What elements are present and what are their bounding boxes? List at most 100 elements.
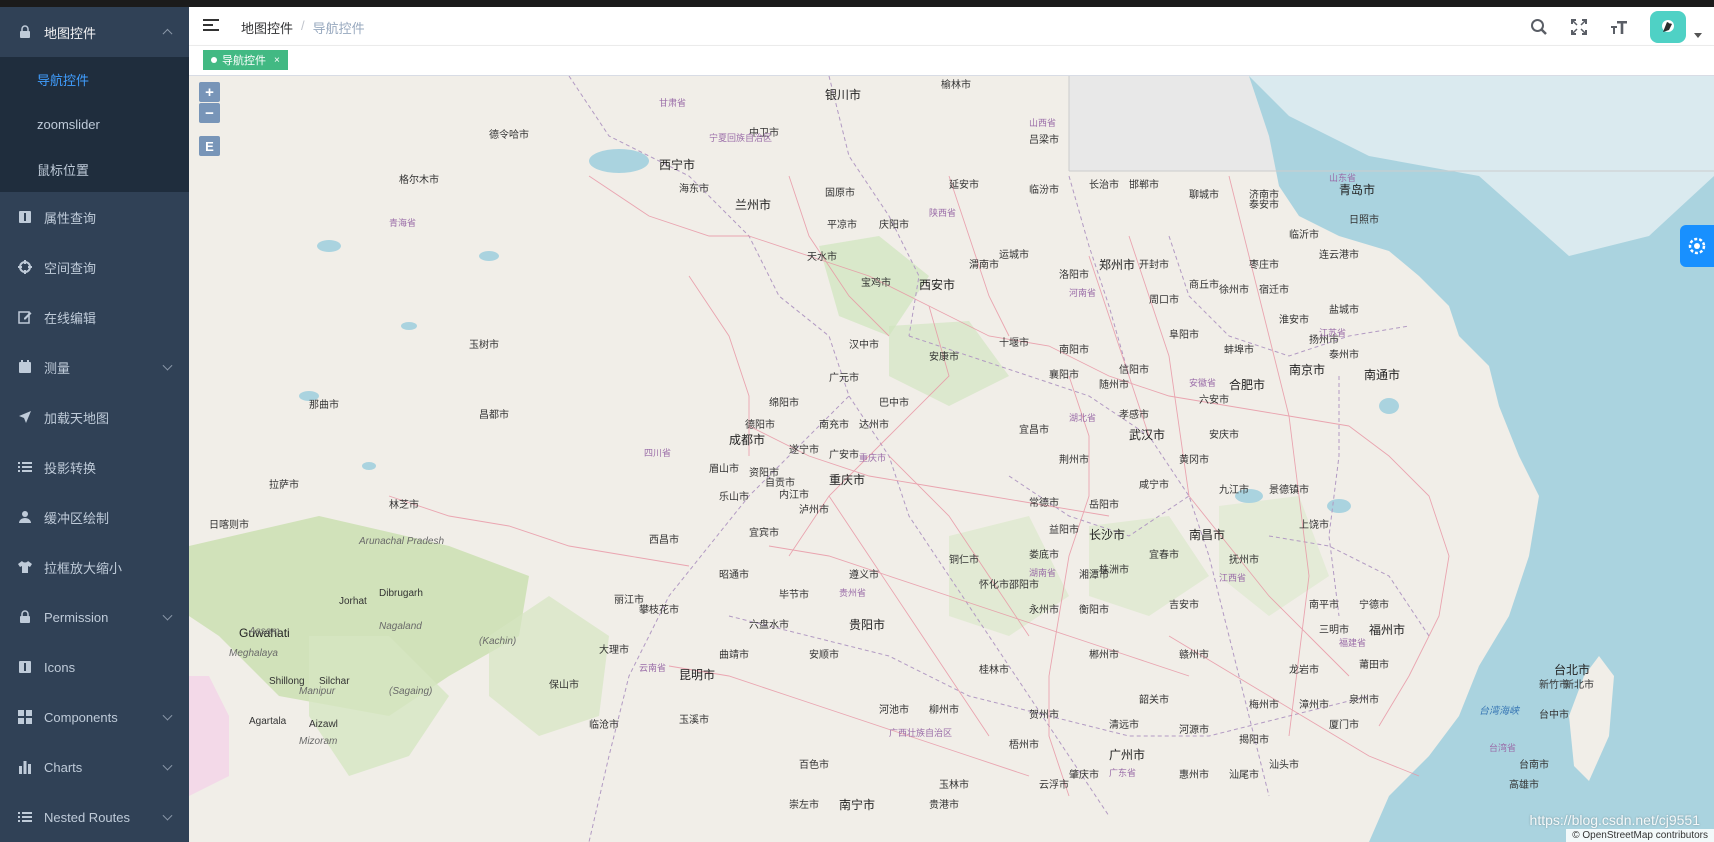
avatar[interactable] <box>1650 11 1686 43</box>
map-place-label: 眉山市 <box>709 464 739 475</box>
map-region-label: (Sagaing) <box>389 686 433 697</box>
map-province-label: 湖南省 <box>1029 568 1057 578</box>
sidebar-subitem-zoomslider[interactable]: zoomslider <box>0 102 189 147</box>
map-place-label: Aizawl <box>309 719 338 730</box>
map-place-label: 银川市 <box>825 88 862 102</box>
map-place-label: 盐城市 <box>1329 305 1359 316</box>
sidebar-item-permission[interactable]: Permission <box>0 592 189 642</box>
map-place-label: 运城市 <box>999 250 1029 261</box>
map-place-label: 兰州市 <box>735 198 772 212</box>
map-place-label: 揭阳市 <box>1239 735 1269 746</box>
map-place-label: 昆明市 <box>679 668 716 682</box>
map-place-label: 固原市 <box>825 188 855 199</box>
map-place-label: 孝感市 <box>1119 410 1149 421</box>
sidebar-item-label: Components <box>44 709 118 725</box>
map-attribution[interactable]: © OpenStreetMap contributors <box>1566 829 1714 842</box>
zoom-in-button[interactable]: + <box>199 82 220 102</box>
sidebar-subitem-mouse-position[interactable]: 鼠标位置 <box>0 147 189 192</box>
sidebar-item-box-zoom[interactable]: 拉框放大缩小 <box>0 542 189 592</box>
sidebar-item-load-tianditu[interactable]: 加载天地图 <box>0 392 189 442</box>
sidebar-item-spatial-query[interactable]: 空间查询 <box>0 242 189 292</box>
sidebar-item-attribute-query[interactable]: 属性查询 <box>0 192 189 242</box>
map-province-label: 云南省 <box>639 663 667 673</box>
sidebar-item-label: 测量 <box>44 360 71 376</box>
lock-icon <box>18 25 32 39</box>
fullscreen-icon[interactable] <box>1570 18 1588 36</box>
map-place-label: 昌都市 <box>479 410 509 421</box>
sidebar-subitem-nav-control[interactable]: 导航控件 <box>0 57 189 102</box>
map-place-label: 南阳市 <box>1059 345 1089 356</box>
map-place-label: 荆州市 <box>1059 455 1089 466</box>
map-place-label: 平凉市 <box>827 220 857 231</box>
map-place-label: 宜春市 <box>1149 550 1179 561</box>
map-place-label: 邯郸市 <box>1129 180 1159 191</box>
map-place-label: 宿迁市 <box>1259 285 1289 296</box>
map-province-label: 四川省 <box>644 448 672 458</box>
map-place-label: 德令哈市 <box>489 130 529 141</box>
map-place-label: 淮安市 <box>1279 315 1309 326</box>
map-place-label: 岳阳市 <box>1089 500 1119 511</box>
map-place-label: 高雄市 <box>1509 780 1539 791</box>
font-size-icon[interactable] <box>1610 18 1628 36</box>
map-place-label: 遂宁市 <box>789 445 819 456</box>
map-place-label: 信阳市 <box>1119 365 1149 376</box>
edit-icon <box>18 310 32 324</box>
tag-active[interactable]: 导航控件 × <box>203 50 288 70</box>
breadcrumb-item[interactable]: 地图控件 <box>241 18 293 37</box>
map-canvas[interactable]: 银川市 中卫市 兰州市 西宁市 海东市 固原市 平凉市 庆阳市 延安市 榆林市 吕梁市 临汾市 长治市邯… <box>189 76 1714 842</box>
map-region-label: Arunachal Pradesh <box>359 536 445 547</box>
map-place-label: 玉树市 <box>469 340 499 351</box>
map-province-label: 台湾省 <box>1489 743 1517 753</box>
hamburger-menu-icon[interactable] <box>203 19 219 33</box>
map-place-label: 泰州市 <box>1329 350 1359 361</box>
sidebar: 地图控件 导航控件 zoomslider 鼠标位置 属性查询 空间查询 在线编辑… <box>0 7 189 842</box>
map-place-label: 郑州市 <box>1099 258 1136 272</box>
sidebar-item-nested-routes[interactable]: Nested Routes <box>0 792 189 842</box>
sidebar-item-label: 拉框放大缩小 <box>44 560 123 576</box>
map-place-label: 宁德市 <box>1359 600 1389 611</box>
grid-icon <box>18 710 32 724</box>
map-place-label: 吕梁市 <box>1029 135 1059 146</box>
map-place-label: 武汉市 <box>1129 428 1166 442</box>
map-place-label: 吉安市 <box>1169 600 1199 611</box>
map-place-label: 云浮市 <box>1039 780 1069 791</box>
map-place-label: 娄底市 <box>1029 550 1059 561</box>
map-province-label: 山东省 <box>1329 173 1357 183</box>
map-place-label: 聊城市 <box>1189 190 1219 201</box>
info-icon <box>18 660 32 674</box>
map-place-label: 衡阳市 <box>1079 605 1109 616</box>
sidebar-item-components[interactable]: Components <box>0 692 189 742</box>
map-place-label: 德阳市 <box>745 420 775 431</box>
map-place-label: 绵阳市 <box>769 398 799 409</box>
map-place-label: 连云港市 <box>1319 250 1359 261</box>
sidebar-item-buffer[interactable]: 缓冲区绘制 <box>0 492 189 542</box>
sidebar-item-charts[interactable]: Charts <box>0 742 189 792</box>
breadcrumb: 地图控件 / 导航控件 <box>241 18 365 37</box>
map-place-label: 汕头市 <box>1269 760 1299 771</box>
sidebar-item-projection[interactable]: 投影转换 <box>0 442 189 492</box>
map-place-label: 西昌市 <box>649 535 679 546</box>
map-province-label: 广东省 <box>1109 768 1137 778</box>
sidebar-item-label: Icons <box>44 659 76 675</box>
map-place-label: 日照市 <box>1349 215 1379 226</box>
navbar: 地图控件 / 导航控件 <box>189 7 1714 46</box>
map-place-label: 九江市 <box>1219 485 1249 496</box>
sidebar-item-measure[interactable]: 测量 <box>0 342 189 392</box>
map-place-label: 惠州市 <box>1179 770 1209 781</box>
map-place-label: 六安市 <box>1199 395 1229 406</box>
sidebar-item-online-edit[interactable]: 在线编辑 <box>0 292 189 342</box>
gear-icon <box>1688 237 1706 255</box>
close-icon[interactable]: × <box>274 55 280 66</box>
sidebar-item-icons[interactable]: Icons <box>0 642 189 692</box>
sidebar-item-map-controls[interactable]: 地图控件 <box>0 7 189 57</box>
map-region-label: Meghalaya <box>229 648 278 659</box>
map-place-label: 毕节市 <box>779 590 809 601</box>
caret-down-icon[interactable] <box>1694 32 1702 38</box>
zoom-out-button[interactable]: − <box>199 103 220 123</box>
search-icon[interactable] <box>1530 18 1548 36</box>
map-place-label: 榆林市 <box>941 80 971 91</box>
sidebar-item-label: Permission <box>44 609 109 625</box>
settings-button[interactable] <box>1680 225 1714 267</box>
zoom-to-extent-button[interactable]: E <box>199 136 220 156</box>
map-province-label: 甘肃省 <box>659 98 687 108</box>
